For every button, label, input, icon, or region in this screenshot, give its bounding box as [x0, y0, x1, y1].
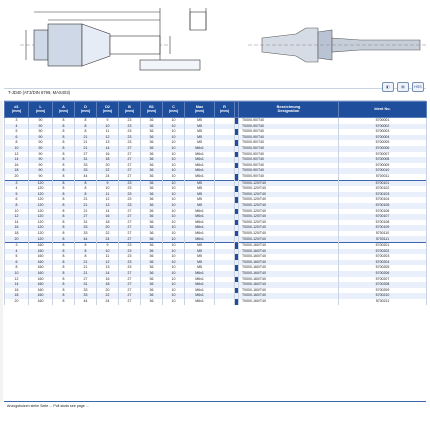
section-title: T-JD40 (AT3/DIN 6799, MAS403)	[8, 90, 71, 95]
spec-icon-a: ◧	[382, 82, 394, 92]
table-cell: 160	[28, 299, 53, 305]
column-header: Ident No.	[338, 101, 427, 118]
table-cell: 20	[4, 299, 29, 305]
table-row: 20 160 8 44 24 27 36 10 M6x1 T0000-160/T40 5700211	[4, 299, 427, 305]
table-header-row: d1 (mm) L (mm) A (mm) D (mm) D2 (mm) B (mm) B1 (mm) C(…	[4, 101, 427, 118]
column-header: A (mm)	[52, 101, 75, 118]
table-cell: 8	[52, 299, 75, 305]
spec-table: d1 (mm) L (mm) A (mm) D (mm) D2 (mm) B (mm) B1 (mm) C(…	[4, 101, 427, 305]
spec-icon-c: HSS	[412, 82, 424, 92]
table-cell: 27	[118, 299, 141, 305]
column-header: L (mm)	[28, 101, 53, 118]
column-header: C (mm)	[162, 101, 185, 118]
column-header: Bezeichnung Designation	[238, 101, 339, 118]
column-header: B1 (mm)	[140, 101, 163, 118]
column-header: D2 (mm)	[96, 101, 119, 118]
column-header: d1 (mm)	[4, 101, 29, 118]
table-cell: 5700211	[338, 299, 427, 305]
table-body: 3 90 8 8 9 23 36 10 M5 T0000-90/T40 5700001 4 90 8 8 10…	[4, 117, 427, 305]
technical-drawing	[20, 8, 428, 71]
table-cell	[214, 299, 235, 305]
table-cell: M6x1	[184, 299, 215, 305]
footnote: Anzugsbolzen siehe Seite ... Pull studs …	[4, 401, 426, 410]
column-header: B (mm)	[118, 101, 141, 118]
header-icons: ◧ ▤ HSS	[382, 82, 424, 92]
spec-icon-b: ▤	[397, 82, 409, 92]
column-header: R (mm)	[214, 101, 235, 118]
table-cell: T0000-160/T40	[238, 299, 339, 305]
table-cell: 44	[74, 299, 97, 305]
left-gutter	[0, 101, 3, 401]
column-header: D (mm)	[74, 101, 97, 118]
table-cell: 24	[96, 299, 119, 305]
column-header: Max (mm)	[184, 101, 215, 118]
table-cell: 36	[140, 299, 163, 305]
table-cell: 10	[162, 299, 185, 305]
